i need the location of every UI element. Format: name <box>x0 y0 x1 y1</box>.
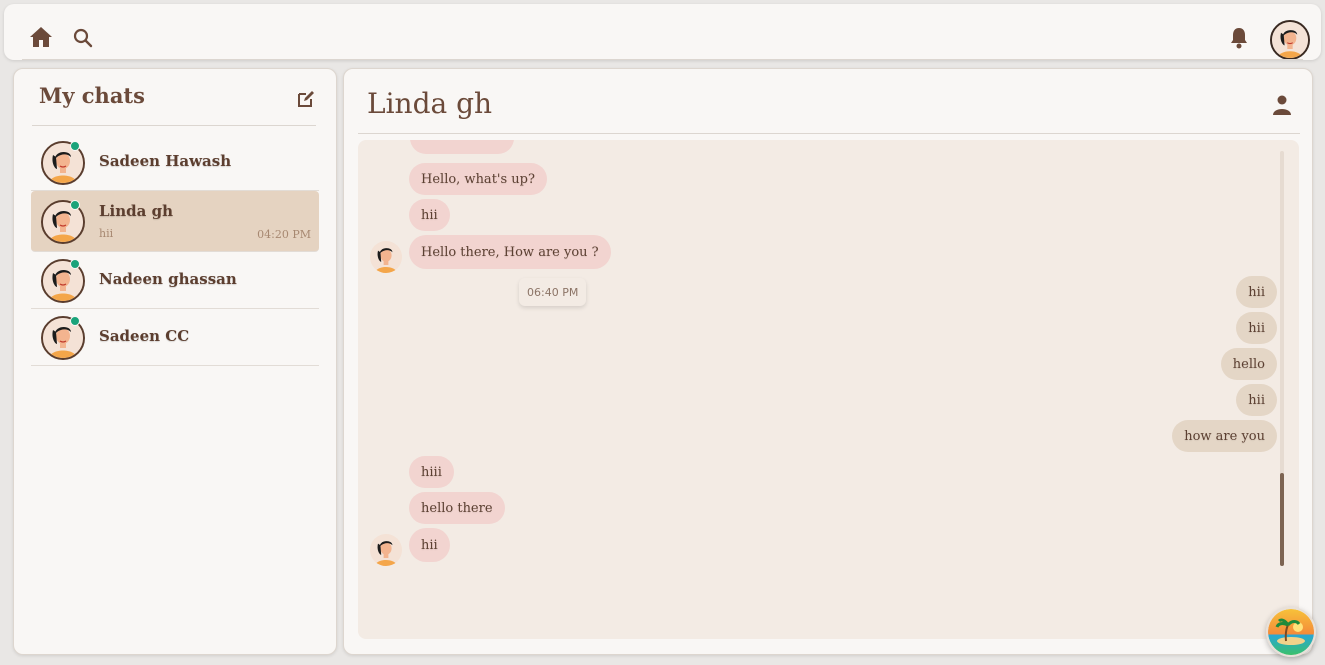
message-list[interactable]: Hello, what's up? hii Hello there, How a… <box>358 140 1299 639</box>
chat-name: Sadeen Hawash <box>99 152 232 170</box>
online-status-dot <box>70 200 80 210</box>
message-bubble-outgoing: hii <box>1236 276 1277 308</box>
chat-item-nadeen-ghassan[interactable]: Nadeen ghassan <box>31 252 319 309</box>
topbar-divider <box>22 59 1303 60</box>
chat-name: Linda gh <box>99 202 173 220</box>
home-icon[interactable] <box>28 24 54 50</box>
chat-item-linda-gh[interactable]: Linda gh hii 04:20 PM <box>31 191 319 252</box>
message-bubble-outgoing: hello <box>1220 348 1277 380</box>
sender-avatar <box>370 534 402 566</box>
message-bubble-outgoing: hii <box>1236 312 1277 344</box>
chat-name: Sadeen CC <box>99 327 190 345</box>
chat-sidebar: My chats Sadeen Hawash Linda gh hii 04:2… <box>13 68 337 655</box>
online-status-dot <box>70 141 80 151</box>
message-bubble-incoming: hello there <box>409 492 505 524</box>
message-bubble-incoming: Hello, what's up? <box>409 163 547 195</box>
message-bubble-incoming: hii <box>409 528 450 562</box>
message-bubble-incoming: hiii <box>409 456 454 488</box>
chat-item-sadeen-hawash[interactable]: Sadeen Hawash <box>31 134 319 191</box>
chat-name: Nadeen ghassan <box>99 270 237 288</box>
message-timestamp-tooltip: 06:40 PM <box>519 278 587 306</box>
online-status-dot <box>70 259 80 269</box>
chat-timestamp: 04:20 PM <box>257 228 311 241</box>
top-navbar <box>4 4 1321 60</box>
edit-icon[interactable] <box>295 88 317 110</box>
online-status-dot <box>70 316 80 326</box>
sender-avatar <box>370 241 402 273</box>
message-bubble-partial <box>410 140 514 154</box>
sidebar-divider <box>32 125 316 126</box>
message-bubble-outgoing: hii <box>1236 384 1277 416</box>
message-bubble-outgoing: how are you <box>1172 420 1277 452</box>
bell-icon[interactable] <box>1226 25 1252 51</box>
sidebar-title: My chats <box>39 83 145 108</box>
chat-last-message: hii <box>99 227 114 240</box>
scrollbar-thumb[interactable] <box>1280 473 1284 566</box>
scrollbar[interactable] <box>1280 151 1284 566</box>
message-bubble-incoming: hii <box>409 199 450 231</box>
chat-item-sadeen-cc[interactable]: Sadeen CC <box>31 309 319 366</box>
search-icon[interactable] <box>71 26 95 50</box>
header-divider <box>358 133 1300 134</box>
message-bubble-incoming: Hello there, How are you ? <box>409 235 611 269</box>
conversation-title: Linda gh <box>367 87 493 120</box>
conversation-panel: Linda gh Hello, what's up? hii Hello the… <box>343 68 1313 655</box>
island-app-icon[interactable] <box>1266 607 1316 657</box>
user-icon[interactable] <box>1270 93 1294 117</box>
chat-list: Sadeen Hawash Linda gh hii 04:20 PM Nade… <box>31 134 319 366</box>
user-avatar[interactable] <box>1270 20 1310 60</box>
